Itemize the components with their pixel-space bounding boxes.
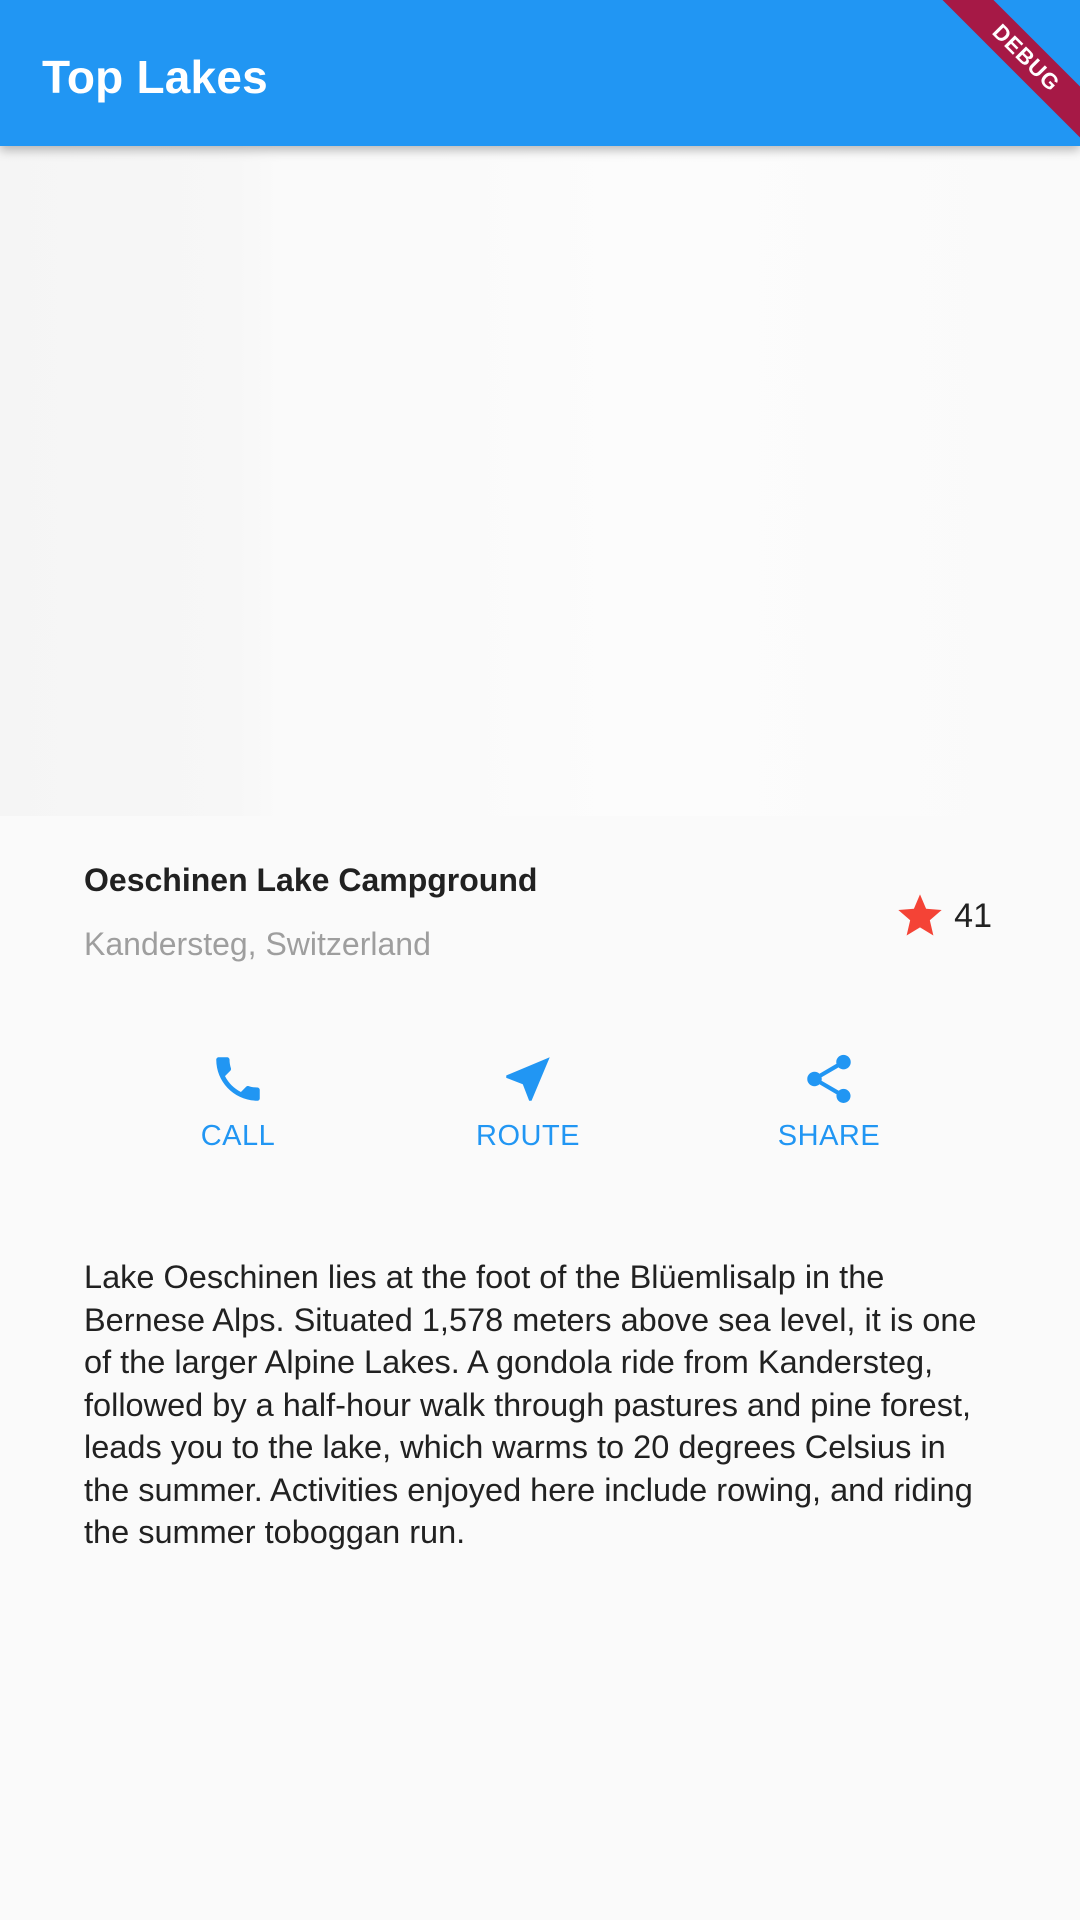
- share-label: SHARE: [777, 1120, 881, 1152]
- app-bar: Top Lakes: [0, 0, 1080, 146]
- route-label: ROUTE: [476, 1120, 580, 1152]
- place-name: Oeschinen Lake Campground: [84, 862, 538, 898]
- title-section: Oeschinen Lake Campground Kandersteg, Sw…: [84, 862, 996, 972]
- call-label: CALL: [200, 1120, 276, 1152]
- hero-image: [0, 146, 1080, 816]
- rating: 41: [894, 890, 992, 942]
- place-location: Kandersteg, Switzerland: [84, 926, 431, 962]
- action-bar: CALL ROUTE SHARE: [0, 1050, 1080, 1170]
- app-bar-title: Top Lakes: [42, 51, 268, 103]
- navigation-icon: [506, 1057, 550, 1101]
- star-icon[interactable]: [894, 890, 946, 942]
- description-text: Lake Oeschinen lies at the foot of the B…: [84, 1259, 977, 1550]
- route-button[interactable]: ROUTE: [428, 1050, 628, 1153]
- phone-icon: [216, 1057, 260, 1101]
- share-icon: [807, 1054, 851, 1103]
- share-button[interactable]: SHARE: [729, 1050, 929, 1153]
- call-button[interactable]: CALL: [138, 1050, 338, 1153]
- rating-count: 41: [954, 896, 992, 935]
